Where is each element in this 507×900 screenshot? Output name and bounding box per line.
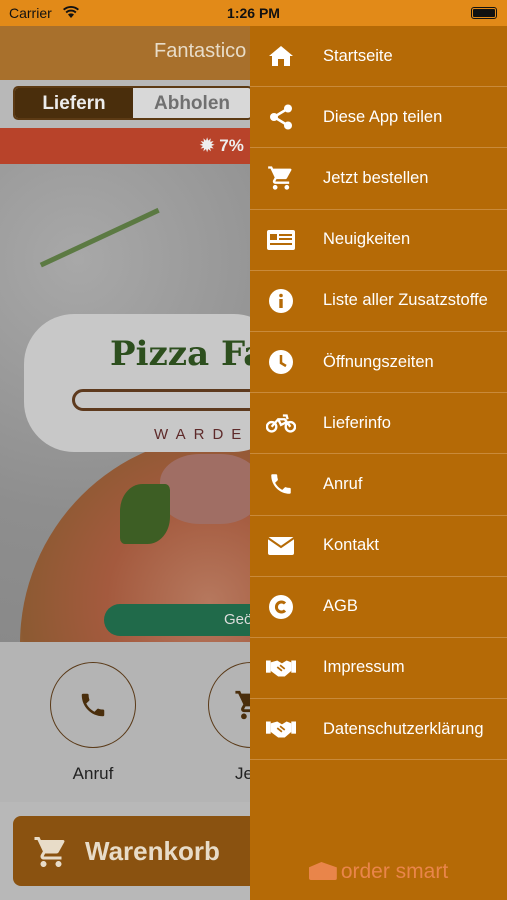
rolling-pin-graphic (72, 389, 260, 411)
handshake-icon (266, 699, 296, 759)
clock-icon (266, 332, 296, 392)
battery-icon (471, 7, 497, 19)
menu-item-share-app[interactable]: Diese App teilen (250, 87, 507, 149)
tab-liefern[interactable]: Liefern (15, 88, 133, 118)
cart-button-label: Warenkorb (85, 836, 220, 866)
side-drawer-menu: Startseite Diese App teilen Jetzt bestel… (250, 26, 507, 900)
brand-footer: order smart (250, 860, 507, 884)
menu-label: Impressum (323, 658, 405, 677)
menu-label: Startseite (323, 46, 393, 65)
brand-text: order smart (340, 860, 449, 883)
menu-item-contact[interactable]: Kontakt (250, 516, 507, 577)
news-icon (266, 210, 296, 270)
menu-item-privacy[interactable]: Datenschutzerklärung (250, 699, 507, 761)
open-status-text: Geö (224, 611, 253, 628)
home-icon (266, 26, 296, 86)
cart-button[interactable]: Warenkorb (13, 816, 273, 886)
menu-label: Datenschutzerklärung (323, 719, 484, 738)
menu-label: Liste aller Zusatzstoffe (323, 291, 488, 310)
logo-title: Pizza Fa (110, 334, 260, 374)
menu-label: Lieferinfo (323, 413, 391, 432)
menu-label: Anruf (323, 474, 363, 493)
menu-item-news[interactable]: Neuigkeiten (250, 210, 507, 271)
menu-item-call[interactable]: Anruf (250, 454, 507, 516)
call-action[interactable]: Anruf (50, 662, 136, 784)
copyright-icon (266, 577, 296, 637)
phone-icon (266, 454, 296, 514)
status-bar: Carrier 1:26 PM (0, 0, 507, 26)
tab-abholen[interactable]: Abholen (133, 88, 251, 118)
menu-label: Jetzt bestellen (323, 168, 429, 187)
share-icon (266, 87, 296, 147)
call-action-label: Anruf (72, 764, 114, 783)
hero-image: Pizza Fa WARDE Geö (0, 164, 260, 642)
menu-item-terms[interactable]: AGB (250, 577, 507, 638)
sun-icon: ✹ (200, 136, 215, 155)
info-icon (266, 271, 296, 331)
cart-icon (33, 834, 69, 877)
promo-text: 7% (219, 136, 244, 155)
order-smart-logo-icon (308, 862, 337, 880)
rucola-topping (120, 484, 170, 544)
motorcycle-icon (266, 393, 296, 453)
quick-actions: Anruf Jetzt b (0, 642, 294, 802)
logo-subtitle: WARDE (154, 426, 250, 443)
menu-item-startseite[interactable]: Startseite (250, 26, 507, 88)
ham-topping (160, 454, 260, 524)
restaurant-logo: Pizza Fa WARDE (24, 314, 260, 452)
menu-item-additives[interactable]: Liste aller Zusatzstoffe (250, 271, 507, 332)
menu-label: Neuigkeiten (323, 230, 411, 249)
menu-label: Öffnungszeiten (323, 352, 434, 371)
menu-label: AGB (323, 597, 358, 616)
order-type-switch[interactable]: Liefern Abholen (13, 86, 253, 120)
menu-item-delivery-info[interactable]: Lieferinfo (250, 393, 507, 455)
app-title: Fantastico (154, 40, 247, 62)
status-time: 1:26 PM (227, 5, 280, 21)
menu-item-order-now[interactable]: Jetzt bestellen (250, 148, 507, 210)
handshake-icon (266, 638, 296, 698)
cart-icon (266, 148, 296, 208)
promo-banner[interactable]: ✹ 7% (0, 128, 260, 164)
phone-icon (50, 662, 136, 748)
menu-label: Kontakt (323, 536, 379, 555)
menu-label: Diese App teilen (323, 107, 443, 126)
menu-item-imprint[interactable]: Impressum (250, 638, 507, 700)
envelope-icon (266, 516, 296, 576)
menu-item-opening-hours[interactable]: Öffnungszeiten (250, 332, 507, 394)
open-status-pill[interactable]: Geö (104, 604, 260, 636)
